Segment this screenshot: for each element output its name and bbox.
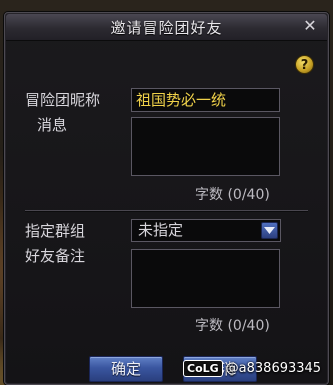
message-label: 消息: [37, 116, 68, 134]
dialog-title: 邀请冒险团好友: [110, 19, 223, 37]
watermark-logo: CoLG: [183, 360, 223, 377]
note-label: 好友备注: [25, 247, 86, 265]
watermark: CoLG @a838693345: [183, 356, 333, 382]
close-icon[interactable]: ✕: [301, 17, 319, 35]
chevron-down-icon[interactable]: [261, 222, 278, 239]
note-char-counter: 字数 (0/40): [195, 318, 270, 334]
nickname-label: 冒险团昵称: [25, 91, 101, 109]
dialog-titlebar: 邀请冒险团好友 ✕: [6, 14, 327, 41]
message-char-counter: 字数 (0/40): [195, 187, 270, 203]
group-select-value: 未指定: [138, 221, 184, 239]
note-textarea[interactable]: [131, 249, 280, 308]
help-icon[interactable]: ?: [295, 55, 314, 74]
invite-dialog: 邀请冒险团好友 ✕ ? 冒险团昵称 祖国势必一统 消息 字数 (0/40) 指定…: [4, 12, 329, 385]
group-select[interactable]: 未指定: [131, 219, 281, 242]
confirm-button[interactable]: 确定: [89, 356, 163, 382]
message-textarea[interactable]: [131, 117, 280, 176]
group-label: 指定群组: [25, 222, 86, 240]
watermark-handle: @a838693345: [225, 361, 322, 376]
section-divider: [25, 210, 308, 211]
nickname-field[interactable]: 祖国势必一统: [131, 88, 280, 112]
